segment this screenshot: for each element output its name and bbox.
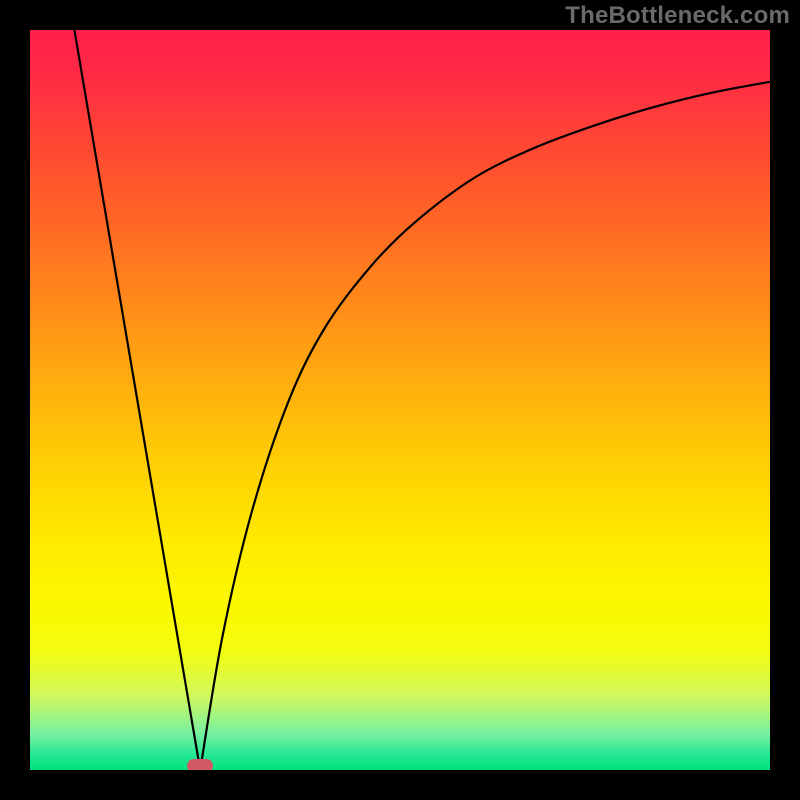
curve-right-branch [200,82,770,770]
watermark-text: TheBottleneck.com [565,2,790,30]
optimum-marker [187,759,213,770]
curve-left-branch [74,30,200,770]
chart-frame: TheBottleneck.com [0,0,800,800]
plot-area [30,30,770,770]
curve-svg [30,30,770,770]
